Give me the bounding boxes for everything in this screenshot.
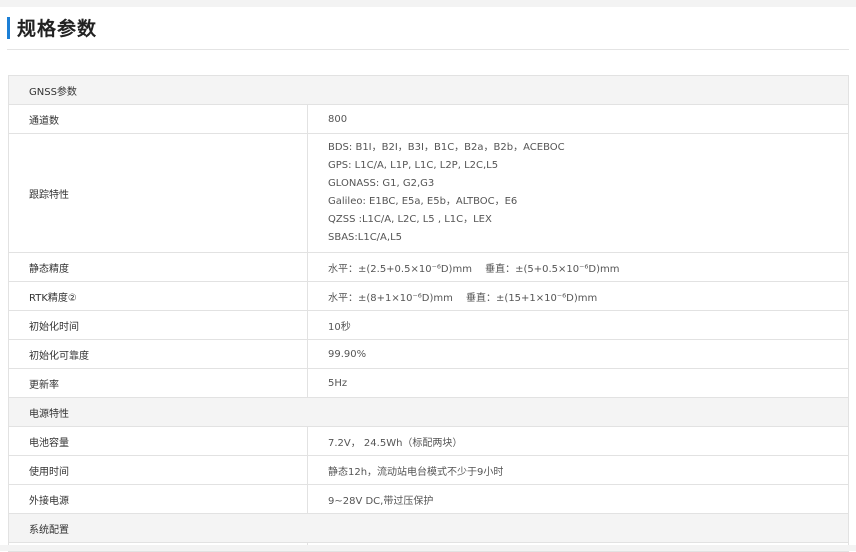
heading-divider: [7, 49, 849, 50]
spec-label: 更新率: [8, 368, 308, 398]
spec-label: 使用时间: [8, 455, 308, 485]
table-row: 更新率 5Hz: [8, 368, 849, 398]
spec-value-multiline: BDS: B1I，B2I，B3I，B1C，B2a，B2b，ACEBOC GPS:…: [307, 133, 849, 253]
spec-value: 99.90%: [307, 339, 849, 369]
spec-label: 通道数: [8, 104, 308, 134]
spec-value: 5Hz: [307, 368, 849, 398]
spec-label: 初始化时间: [8, 310, 308, 340]
section-title: 电源特性: [8, 397, 849, 427]
heading-accent-bar: [7, 16, 10, 39]
spec-label: RTK精度②: [8, 281, 308, 311]
spec-value: 水平：±(2.5+0.5×10⁻⁶D)mm 垂直：±(5+0.5×10⁻⁶D)m…: [307, 252, 849, 282]
spec-table: GNSS参数 通道数 800 跟踪特性 BDS: B1I，B2I，B3I，B1C…: [8, 75, 849, 552]
tracking-line: GPS: L1C/A, L1P, L1C, L2P, L2C,L5: [328, 160, 499, 171]
table-section-header: 系统配置: [8, 513, 849, 543]
spec-label: 初始化可靠度: [8, 339, 308, 369]
table-row: 初始化时间 10秒: [8, 310, 849, 340]
spec-value: 800: [307, 104, 849, 134]
table-row: 通道数 800: [8, 104, 849, 134]
spec-label: 外接电源: [8, 484, 308, 514]
table-row: 跟踪特性 BDS: B1I，B2I，B3I，B1C，B2a，B2b，ACEBOC…: [8, 133, 849, 253]
spec-value: 静态12h，流动站电台模式不少于9小时: [307, 455, 849, 485]
spec-value: 10秒: [307, 310, 849, 340]
tracking-line: QZSS :L1C/A, L2C, L5 , L1C，LEX: [328, 214, 492, 225]
tracking-line: Galileo: E1BC, E5a, E5b，ALTBOC，E6: [328, 196, 518, 207]
section-heading: 规格参数: [7, 14, 97, 41]
tracking-line: BDS: B1I，B2I，B3I，B1C，B2a，B2b，ACEBOC: [328, 142, 565, 153]
spec-label: 电池容量: [8, 426, 308, 456]
spec-value: 9~28V DC,带过压保护: [307, 484, 849, 514]
table-row: 电池容量 7.2V， 24.5Wh（标配两块）: [8, 426, 849, 456]
spec-value: 7.2V， 24.5Wh（标配两块）: [307, 426, 849, 456]
tracking-line: GLONASS: G1, G2,G3: [328, 178, 435, 189]
table-row: 使用时间 静态12h，流动站电台模式不少于9小时: [8, 455, 849, 485]
spec-value: 水平：±(8+1×10⁻⁶D)mm 垂直：±(15+1×10⁻⁶D)mm: [307, 281, 849, 311]
page-title: 规格参数: [17, 18, 98, 40]
section-title: 系统配置: [8, 513, 849, 543]
table-row: 外接电源 9~28V DC,带过压保护: [8, 484, 849, 514]
spec-label: 跟踪特性: [8, 133, 308, 253]
bottom-strip: [0, 545, 856, 551]
table-section-header: GNSS参数: [8, 75, 849, 105]
section-title: GNSS参数: [8, 75, 849, 105]
table-row: 静态精度 水平：±(2.5+0.5×10⁻⁶D)mm 垂直：±(5+0.5×10…: [8, 252, 849, 282]
table-row: RTK精度② 水平：±(8+1×10⁻⁶D)mm 垂直：±(15+1×10⁻⁶D…: [8, 281, 849, 311]
spec-label: 静态精度: [8, 252, 308, 282]
top-strip: [0, 0, 856, 7]
table-row: 初始化可靠度 99.90%: [8, 339, 849, 369]
tracking-line: SBAS:L1C/A,L5: [328, 232, 403, 243]
table-section-header: 电源特性: [8, 397, 849, 427]
